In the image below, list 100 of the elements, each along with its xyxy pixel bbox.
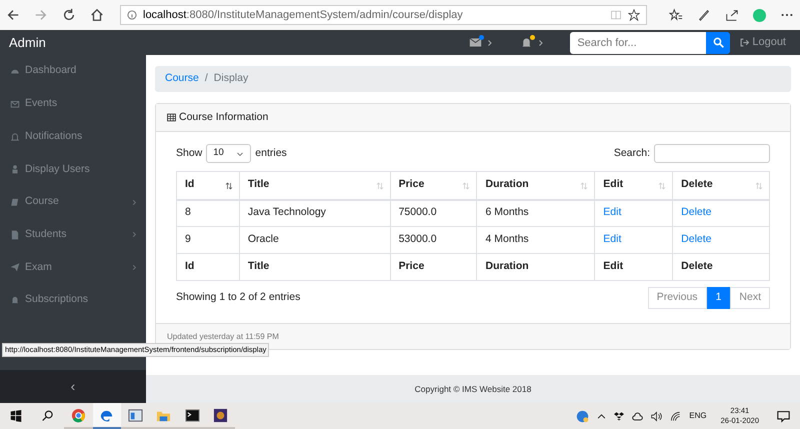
column-footer: Edit [594,254,673,280]
updated-text: Updated yesterday at 11:59 PM [167,330,279,342]
table-search-field[interactable] [654,144,770,163]
table-cell: 75000.0 [390,200,477,226]
table-cell: 4 Months [476,226,595,254]
window-icon [128,408,143,422]
reading-view-icon [610,9,622,21]
table-cell: 6 Months [476,200,595,226]
sort-icon [580,182,588,190]
caret-up-icon [597,412,606,420]
column-footer: Duration [476,254,595,280]
chrome-icon [70,408,86,422]
address-bar[interactable]: localhost:8080/InstituteManagementSystem/admin/course/display [120,5,647,25]
dropbox-icon [614,411,624,421]
search-icon [42,410,54,422]
refresh-icon [62,8,76,22]
notification-center-icon [777,410,790,422]
sort-icon [755,182,763,190]
logout-link[interactable]: Logout [740,34,786,51]
column-header[interactable]: Title [239,172,390,200]
chevron-icon [131,231,138,238]
back-icon [6,8,20,22]
pen-icon [697,8,711,22]
table-cell: Java Technology [239,200,390,226]
chevron-icon [131,264,138,271]
star-icon [628,9,640,21]
plane-icon [10,262,20,272]
column-footer: Price [390,254,477,280]
file-icon [10,230,20,240]
share-icon [725,8,739,22]
column-footer: Id [176,254,240,280]
logout-icon [740,38,750,47]
sidebar-item[interactable]: Dashboard [0,55,146,88]
action-link[interactable]: Delete [672,200,770,226]
home-icon [90,8,104,22]
column-header[interactable]: Delete [672,172,770,200]
table-cell: 53000.0 [390,226,477,254]
url-text: localhost:8080/InstituteManagementSystem/admin/course/display [143,8,464,23]
user-icon [10,164,20,174]
dropdown-caret-icon [236,150,244,158]
chevron-icon [537,38,546,46]
bell-icon [520,36,534,49]
windows-start-icon [10,410,22,422]
volume-icon [651,410,662,422]
sort-icon [462,182,470,190]
breadcrumb-separator: / [204,71,208,86]
column-footer: Title [239,254,390,280]
column-header[interactable]: Price [390,172,477,200]
sort-icon [224,182,233,190]
column-header[interactable]: Id [176,172,240,200]
cloud-icon [632,410,644,422]
action-link[interactable]: Delete [672,226,770,254]
card-title: Course Information [179,110,268,125]
sidebar-toggle[interactable]: ‹ [0,370,146,403]
language-indicator[interactable]: ENG [689,410,707,422]
search-field[interactable]: Search for... [570,32,706,54]
column-footer: Delete [672,254,770,280]
pagination-button[interactable]: Next [730,287,770,309]
search-icon [712,37,724,48]
sidebar-item[interactable]: Notifications [0,120,146,154]
column-header[interactable]: Duration [476,172,595,200]
search-button[interactable] [706,32,730,54]
terminal-icon [184,408,200,422]
column-header[interactable]: Edit [594,172,673,200]
sidebar-item[interactable]: Subscriptions [0,284,146,316]
table-cell: 9 [176,226,240,254]
breadcrumb-item: Display [214,71,248,86]
chevron-icon [131,198,138,206]
envelope-icon [10,99,20,110]
pagination-button[interactable]: Previous [648,287,707,309]
sidebar-item[interactable]: Exam [0,251,146,284]
bell-icon [10,132,20,142]
pagination-button[interactable]: 1 [706,287,730,309]
sidebar-item[interactable]: Students [0,218,146,252]
mail-icon [469,36,482,49]
sidebar-item[interactable]: Course [0,186,146,218]
table-info: Showing 1 to 2 of 2 entries [176,290,302,306]
info-icon [127,10,137,20]
sidebar-item[interactable]: Display Users [0,153,146,186]
entries-label: entries [255,146,287,161]
forward-icon [34,8,48,22]
sort-icon [658,182,666,190]
chevron-icon [486,38,494,46]
sort-icon [376,182,384,190]
table-cell: 8 [176,200,240,226]
bell-icon [10,295,20,306]
table-icon [167,113,176,122]
tile-icon [213,408,228,422]
search-label: Search: [614,146,650,161]
show-label: Show [176,146,202,161]
brand-title[interactable]: Admin [9,32,46,52]
breadcrumb-item[interactable]: Course [165,71,199,87]
sidebar-item[interactable]: Events [0,88,146,120]
action-link[interactable]: Edit [594,226,673,254]
favorites-icon [669,8,683,22]
wifi-icon [670,410,682,422]
table-cell: Oracle [239,226,390,254]
copyright-text: Copyright © IMS Website 2018 [414,382,532,396]
page-size-select[interactable]: 10 [206,144,252,163]
action-link[interactable]: Edit [594,200,673,226]
